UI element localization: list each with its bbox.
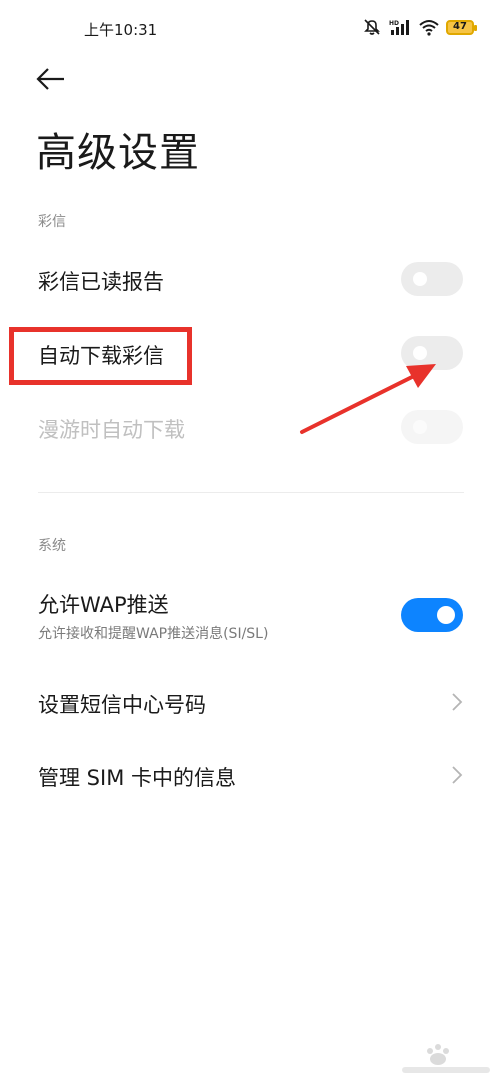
section-header-system: 系统 <box>38 538 66 554</box>
wifi-icon <box>418 18 440 36</box>
page-title: 高级设置 <box>36 130 200 176</box>
back-button[interactable] <box>34 64 68 94</box>
status-icons: HD 47 <box>362 18 477 36</box>
section-header-mms: 彩信 <box>38 214 66 230</box>
toggle-knob <box>437 606 455 624</box>
section-divider <box>38 492 464 493</box>
status-time: 上午10:31 <box>84 21 158 39</box>
highlight-box <box>9 327 192 385</box>
chevron-right-icon[interactable] <box>450 691 464 713</box>
annotation-arrow-icon <box>290 350 440 444</box>
back-arrow-icon <box>34 68 68 98</box>
battery-level: 47 <box>453 20 467 32</box>
allow-wap-push-label: 允许WAP推送 <box>38 593 169 617</box>
mms-read-report-toggle[interactable] <box>401 262 463 296</box>
status-bar: 上午10:31 HD 47 <box>0 0 500 60</box>
manage-sim-messages-label[interactable]: 管理 SIM 卡中的信息 <box>38 762 236 792</box>
signal-icon: HD <box>388 18 412 36</box>
signal-badge: HD <box>389 20 399 27</box>
allow-wap-push-toggle[interactable] <box>401 598 463 632</box>
chevron-right-icon[interactable] <box>450 764 464 786</box>
sms-center-number-label[interactable]: 设置短信中心号码 <box>38 689 206 719</box>
baidu-watermark-icon <box>400 1037 492 1077</box>
allow-wap-push-sublabel: 允许接收和提醒WAP推送消息(SI/SL) <box>38 626 269 642</box>
mute-icon <box>362 18 382 36</box>
mms-read-report-label: 彩信已读报告 <box>38 270 164 294</box>
battery-icon: 47 <box>446 19 477 35</box>
toggle-knob <box>413 272 427 286</box>
roaming-auto-download-label: 漫游时自动下载 <box>38 418 185 442</box>
